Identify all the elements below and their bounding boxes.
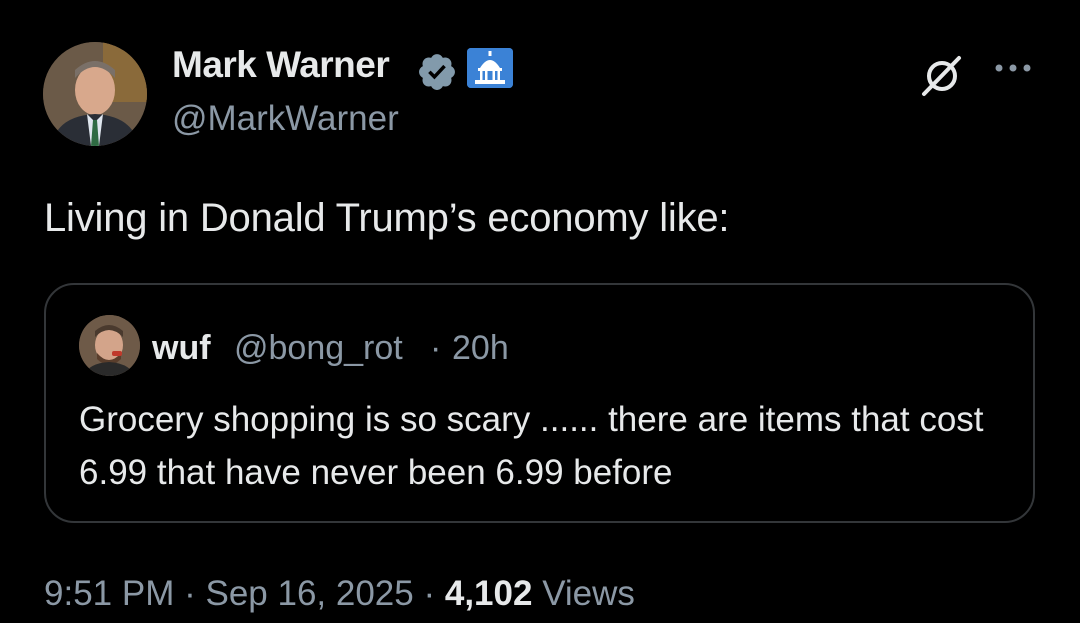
tweet: Mark Warner @MarkWarner Living in Donald — [0, 0, 1080, 623]
person-avatar-icon — [43, 42, 147, 146]
more-options-icon[interactable] — [993, 61, 1033, 75]
quote-author-avatar[interactable] — [79, 315, 140, 376]
tweet-date[interactable]: Sep 16, 2025 — [205, 574, 413, 613]
quote-separator: · — [430, 329, 442, 367]
grok-icon[interactable] — [919, 52, 965, 98]
views-label: Views — [542, 574, 635, 613]
tweet-text: Living in Donald Trump’s economy like: — [44, 196, 730, 240]
views-count[interactable]: 4,102 — [445, 574, 533, 613]
author-handle[interactable]: @MarkWarner — [172, 99, 399, 139]
quote-author-handle[interactable]: @bong_rot — [234, 329, 403, 368]
tweet-time[interactable]: 9:51 PM — [44, 574, 174, 613]
capitol-building-icon[interactable] — [467, 48, 513, 88]
verified-badge-icon[interactable] — [416, 51, 458, 93]
quoted-tweet-card[interactable]: wuf @bong_rot · 20h Grocery shopping is … — [44, 283, 1035, 523]
author-name[interactable]: Mark Warner — [172, 44, 390, 86]
quote-author-name[interactable]: wuf — [152, 329, 211, 368]
tweet-meta: 9:51 PM · Sep 16, 2025 · 4,102 Views — [44, 574, 635, 614]
meta-separator: · — [184, 574, 196, 613]
person-avatar-icon — [79, 315, 140, 376]
meta-separator: · — [423, 574, 436, 613]
quote-timestamp[interactable]: 20h — [452, 329, 509, 368]
author-avatar[interactable] — [43, 42, 147, 146]
quote-text: Grocery shopping is so scary ...... ther… — [79, 400, 984, 492]
